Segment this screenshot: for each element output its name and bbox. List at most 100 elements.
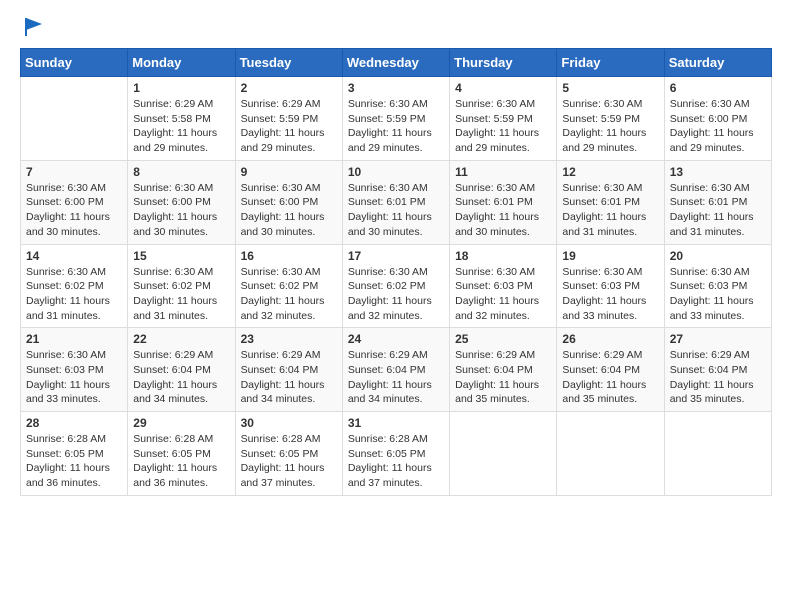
day-number: 9 [241, 165, 337, 179]
calendar-day-cell: 11 Sunrise: 6:30 AMSunset: 6:01 PMDayligh… [450, 160, 557, 244]
day-info: Sunrise: 6:30 AMSunset: 5:59 PMDaylight:… [348, 97, 444, 156]
day-info: Sunrise: 6:29 AMSunset: 6:04 PMDaylight:… [670, 348, 766, 407]
day-number: 28 [26, 416, 122, 430]
day-info: Sunrise: 6:28 AMSunset: 6:05 PMDaylight:… [348, 432, 444, 491]
calendar-day-cell: 5 Sunrise: 6:30 AMSunset: 5:59 PMDaylight… [557, 77, 664, 161]
calendar-day-cell: 22 Sunrise: 6:29 AMSunset: 6:04 PMDayligh… [128, 328, 235, 412]
day-info: Sunrise: 6:29 AMSunset: 5:59 PMDaylight:… [241, 97, 337, 156]
day-number: 17 [348, 249, 444, 263]
calendar-day-cell: 31 Sunrise: 6:28 AMSunset: 6:05 PMDayligh… [342, 412, 449, 496]
day-number: 11 [455, 165, 551, 179]
calendar-week-row: 21 Sunrise: 6:30 AMSunset: 6:03 PMDayligh… [21, 328, 772, 412]
day-number: 22 [133, 332, 229, 346]
calendar-week-row: 7 Sunrise: 6:30 AMSunset: 6:00 PMDaylight… [21, 160, 772, 244]
calendar-day-cell: 6Sunrise: 6:30 AMSunset: 6:00 PMDaylight… [664, 77, 771, 161]
calendar-day-cell: 3Sunrise: 6:30 AMSunset: 5:59 PMDaylight… [342, 77, 449, 161]
day-info: Sunrise: 6:30 AMSunset: 6:00 PMDaylight:… [133, 181, 229, 240]
calendar-day-cell: 14 Sunrise: 6:30 AMSunset: 6:02 PMDayligh… [21, 244, 128, 328]
day-info: Sunrise: 6:29 AMSunset: 6:04 PMDaylight:… [133, 348, 229, 407]
day-number: 13 [670, 165, 766, 179]
calendar-day-cell: 20Sunrise: 6:30 AMSunset: 6:03 PMDayligh… [664, 244, 771, 328]
day-info: Sunrise: 6:29 AMSunset: 5:58 PMDaylight:… [133, 97, 229, 156]
day-number: 14 [26, 249, 122, 263]
day-info: Sunrise: 6:30 AMSunset: 6:03 PMDaylight:… [26, 348, 122, 407]
calendar-table: SundayMondayTuesdayWednesdayThursdayFrid… [20, 48, 772, 496]
calendar-day-cell: 1 Sunrise: 6:29 AMSunset: 5:58 PMDaylight… [128, 77, 235, 161]
day-info: Sunrise: 6:30 AMSunset: 6:02 PMDaylight:… [26, 265, 122, 324]
day-number: 27 [670, 332, 766, 346]
calendar-day-cell: 23 Sunrise: 6:29 AMSunset: 6:04 PMDayligh… [235, 328, 342, 412]
calendar-day-cell: 26 Sunrise: 6:29 AMSunset: 6:04 PMDayligh… [557, 328, 664, 412]
calendar-day-cell: 16 Sunrise: 6:30 AMSunset: 6:02 PMDayligh… [235, 244, 342, 328]
calendar-day-header: Tuesday [235, 49, 342, 77]
day-number: 15 [133, 249, 229, 263]
day-info: Sunrise: 6:30 AMSunset: 6:02 PMDaylight:… [133, 265, 229, 324]
day-info: Sunrise: 6:29 AMSunset: 6:04 PMDaylight:… [562, 348, 658, 407]
day-number: 25 [455, 332, 551, 346]
day-number: 18 [455, 249, 551, 263]
day-number: 1 [133, 81, 229, 95]
day-number: 23 [241, 332, 337, 346]
day-info: Sunrise: 6:30 AMSunset: 5:59 PMDaylight:… [455, 97, 551, 156]
calendar-day-cell [557, 412, 664, 496]
day-number: 16 [241, 249, 337, 263]
page-header [20, 20, 772, 38]
calendar-day-cell: 29 Sunrise: 6:28 AMSunset: 6:05 PMDayligh… [128, 412, 235, 496]
calendar-day-header: Friday [557, 49, 664, 77]
calendar-day-cell: 12 Sunrise: 6:30 AMSunset: 6:01 PMDayligh… [557, 160, 664, 244]
day-info: Sunrise: 6:30 AMSunset: 6:00 PMDaylight:… [26, 181, 122, 240]
day-info: Sunrise: 6:30 AMSunset: 6:02 PMDaylight:… [241, 265, 337, 324]
calendar-day-cell: 30Sunrise: 6:28 AMSunset: 6:05 PMDayligh… [235, 412, 342, 496]
calendar-week-row: 14 Sunrise: 6:30 AMSunset: 6:02 PMDayligh… [21, 244, 772, 328]
day-number: 21 [26, 332, 122, 346]
calendar-day-header: Saturday [664, 49, 771, 77]
calendar-day-cell: 28 Sunrise: 6:28 AMSunset: 6:05 PMDayligh… [21, 412, 128, 496]
calendar-day-cell: 13 Sunrise: 6:30 AMSunset: 6:01 PMDayligh… [664, 160, 771, 244]
day-number: 5 [562, 81, 658, 95]
calendar-day-cell: 10 Sunrise: 6:30 AMSunset: 6:01 PMDayligh… [342, 160, 449, 244]
day-info: Sunrise: 6:29 AMSunset: 6:04 PMDaylight:… [455, 348, 551, 407]
day-info: Sunrise: 6:30 AMSunset: 6:01 PMDaylight:… [562, 181, 658, 240]
calendar-header-row: SundayMondayTuesdayWednesdayThursdayFrid… [21, 49, 772, 77]
calendar-day-cell: 21 Sunrise: 6:30 AMSunset: 6:03 PMDayligh… [21, 328, 128, 412]
day-info: Sunrise: 6:30 AMSunset: 6:00 PMDaylight:… [241, 181, 337, 240]
day-info: Sunrise: 6:30 AMSunset: 5:59 PMDaylight:… [562, 97, 658, 156]
calendar-day-cell: 2 Sunrise: 6:29 AMSunset: 5:59 PMDaylight… [235, 77, 342, 161]
day-number: 2 [241, 81, 337, 95]
day-info: Sunrise: 6:30 AMSunset: 6:01 PMDaylight:… [670, 181, 766, 240]
day-number: 31 [348, 416, 444, 430]
day-number: 10 [348, 165, 444, 179]
day-number: 29 [133, 416, 229, 430]
calendar-day-header: Wednesday [342, 49, 449, 77]
day-info: Sunrise: 6:30 AMSunset: 6:02 PMDaylight:… [348, 265, 444, 324]
day-info: Sunrise: 6:30 AMSunset: 6:01 PMDaylight:… [455, 181, 551, 240]
day-number: 6 [670, 81, 766, 95]
calendar-day-cell: 19 Sunrise: 6:30 AMSunset: 6:03 PMDayligh… [557, 244, 664, 328]
day-info: Sunrise: 6:30 AMSunset: 6:03 PMDaylight:… [455, 265, 551, 324]
calendar-day-cell: 17 Sunrise: 6:30 AMSunset: 6:02 PMDayligh… [342, 244, 449, 328]
day-info: Sunrise: 6:28 AMSunset: 6:05 PMDaylight:… [26, 432, 122, 491]
calendar-day-cell: 7 Sunrise: 6:30 AMSunset: 6:00 PMDaylight… [21, 160, 128, 244]
day-number: 7 [26, 165, 122, 179]
day-info: Sunrise: 6:30 AMSunset: 6:01 PMDaylight:… [348, 181, 444, 240]
calendar-day-header: Sunday [21, 49, 128, 77]
logo-flag-icon [22, 16, 44, 38]
calendar-day-cell [450, 412, 557, 496]
calendar-day-cell: 27 Sunrise: 6:29 AMSunset: 6:04 PMDayligh… [664, 328, 771, 412]
calendar-day-cell: 18 Sunrise: 6:30 AMSunset: 6:03 PMDayligh… [450, 244, 557, 328]
day-info: Sunrise: 6:28 AMSunset: 6:05 PMDaylight:… [133, 432, 229, 491]
day-number: 20 [670, 249, 766, 263]
calendar-day-cell: 25 Sunrise: 6:29 AMSunset: 6:04 PMDayligh… [450, 328, 557, 412]
day-info: Sunrise: 6:30 AMSunset: 6:03 PMDaylight:… [562, 265, 658, 324]
calendar-day-cell: 9 Sunrise: 6:30 AMSunset: 6:00 PMDaylight… [235, 160, 342, 244]
calendar-day-cell: 15 Sunrise: 6:30 AMSunset: 6:02 PMDayligh… [128, 244, 235, 328]
logo [20, 20, 44, 38]
calendar-week-row: 28 Sunrise: 6:28 AMSunset: 6:05 PMDayligh… [21, 412, 772, 496]
calendar-day-cell: 8 Sunrise: 6:30 AMSunset: 6:00 PMDaylight… [128, 160, 235, 244]
day-number: 8 [133, 165, 229, 179]
day-number: 12 [562, 165, 658, 179]
day-info: Sunrise: 6:28 AMSunset: 6:05 PMDaylight:… [241, 432, 337, 491]
day-number: 26 [562, 332, 658, 346]
day-number: 19 [562, 249, 658, 263]
day-info: Sunrise: 6:29 AMSunset: 6:04 PMDaylight:… [241, 348, 337, 407]
